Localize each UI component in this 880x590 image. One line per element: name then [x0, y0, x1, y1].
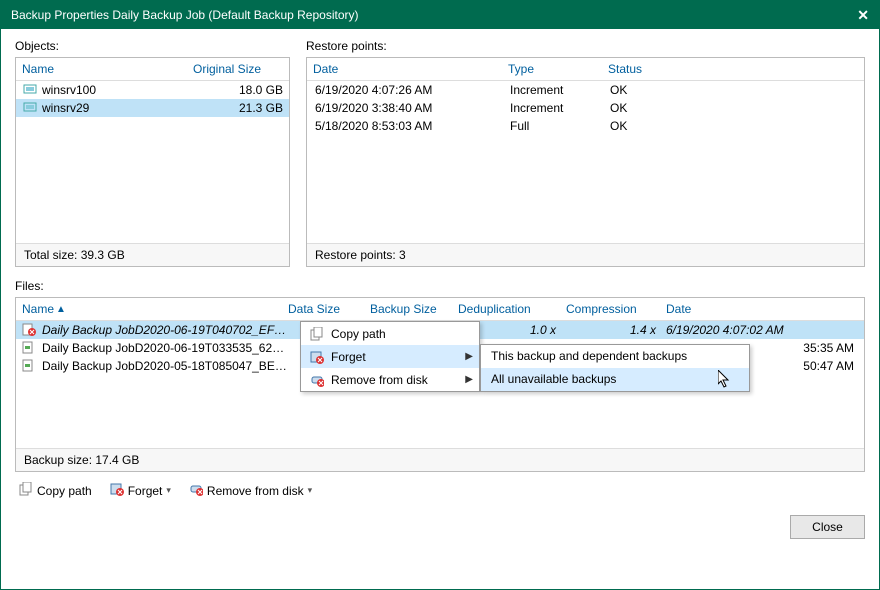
restore-date: 5/18/2020 8:53:03 AM: [315, 119, 510, 133]
file-date-partial: 50:47 AM: [803, 359, 854, 373]
remove-icon: [307, 373, 327, 387]
objects-body: winsrv100 18.0 GB winsrv29 21.3 GB: [16, 81, 289, 243]
files-body: Daily Backup JobD2020-06-19T040702_EF1..…: [16, 321, 864, 448]
close-button[interactable]: Close: [790, 515, 865, 539]
objects-footer: Total size: 39.3 GB: [16, 243, 289, 266]
submenu-all-unavailable[interactable]: All unavailable backups: [481, 368, 749, 391]
context-menu: Copy path Forget ▶ Remove from disk: [300, 321, 480, 392]
file-date: 6/19/2020 4:07:02 AM: [666, 323, 862, 337]
backup-file-error-icon: [22, 323, 38, 337]
files-label: Files:: [15, 279, 865, 293]
copy-icon: [307, 327, 327, 341]
backup-file-icon: [22, 359, 38, 373]
file-comp: 1.4 x: [566, 323, 666, 337]
files-col-comp[interactable]: Compression: [566, 302, 666, 316]
restore-type: Full: [510, 119, 610, 133]
files-col-date[interactable]: Date: [666, 302, 862, 316]
sort-asc-icon: ▲: [56, 304, 66, 315]
window-title: Backup Properties Daily Backup Job (Defa…: [11, 1, 359, 29]
restore-type: Increment: [510, 101, 610, 115]
restore-type: Increment: [510, 83, 610, 97]
object-size: 21.3 GB: [213, 101, 283, 115]
restore-col-type[interactable]: Type: [508, 62, 608, 76]
restore-status: OK: [610, 83, 856, 97]
object-row[interactable]: winsrv100 18.0 GB: [16, 81, 289, 99]
restore-panel: Date Type Status 6/19/2020 4:07:26 AM In…: [306, 57, 865, 267]
toolbar-label: Remove from disk: [207, 484, 304, 498]
objects-label: Objects:: [15, 39, 290, 53]
file-name: Daily Backup JobD2020-06-19T033535_62D..…: [42, 341, 288, 355]
object-row[interactable]: winsrv29 21.3 GB: [16, 99, 289, 117]
objects-panel: Name Original Size winsrv100 18.0 GB: [15, 57, 290, 267]
file-date-partial: 35:35 AM: [803, 341, 854, 355]
files-col-name[interactable]: Name ▲: [22, 302, 288, 316]
toolbar-label: Forget: [128, 484, 163, 498]
chevron-down-icon: ▾: [166, 485, 171, 496]
bottom-toolbar: Copy path Forget ▾ Remove from disk ▾: [15, 472, 865, 509]
vm-icon: [22, 83, 38, 97]
files-col-backup[interactable]: Backup Size: [370, 302, 458, 316]
file-name: Daily Backup JobD2020-05-18T085047_BE9..…: [42, 359, 288, 373]
object-name: winsrv100: [42, 83, 213, 97]
submenu-this-backup[interactable]: This backup and dependent backups: [481, 345, 749, 368]
titlebar: Backup Properties Daily Backup Job (Defa…: [1, 1, 879, 29]
forget-button[interactable]: Forget ▾: [110, 482, 171, 499]
close-icon[interactable]: ✕: [857, 1, 869, 29]
chevron-down-icon: ▾: [308, 485, 313, 496]
submenu-arrow-icon: ▶: [465, 351, 473, 362]
object-size: 18.0 GB: [213, 83, 283, 97]
copy-icon: [19, 482, 33, 499]
forget-icon: [110, 482, 124, 499]
restore-label: Restore points:: [306, 39, 865, 53]
menu-label: Copy path: [331, 327, 473, 341]
objects-col-size[interactable]: Original Size: [193, 62, 283, 76]
menu-forget[interactable]: Forget ▶: [301, 345, 479, 368]
file-name: Daily Backup JobD2020-06-19T040702_EF1..…: [42, 323, 288, 337]
menu-remove-from-disk[interactable]: Remove from disk ▶: [301, 368, 479, 391]
remove-icon: [189, 482, 203, 499]
restore-body: 6/19/2020 4:07:26 AM Increment OK 6/19/2…: [307, 81, 864, 243]
remove-from-disk-button[interactable]: Remove from disk ▾: [189, 482, 312, 499]
copy-path-button[interactable]: Copy path: [19, 482, 92, 499]
restore-footer: Restore points: 3: [307, 243, 864, 266]
restore-status: OK: [610, 119, 856, 133]
files-col-data[interactable]: Data Size: [288, 302, 370, 316]
files-panel: Name ▲ Data Size Backup Size Deduplicati…: [15, 297, 865, 472]
submenu-arrow-icon: ▶: [465, 374, 473, 385]
restore-row[interactable]: 6/19/2020 3:38:40 AM Increment OK: [307, 99, 864, 117]
files-col-dedup[interactable]: Deduplication: [458, 302, 566, 316]
restore-col-date[interactable]: Date: [313, 62, 508, 76]
forget-submenu: This backup and dependent backups All un…: [480, 344, 750, 392]
menu-label: Forget: [331, 350, 465, 364]
restore-row[interactable]: 5/18/2020 8:53:03 AM Full OK: [307, 117, 864, 135]
forget-icon: [307, 350, 327, 364]
restore-date: 6/19/2020 4:07:26 AM: [315, 83, 510, 97]
object-name: winsrv29: [42, 101, 213, 115]
menu-copy-path[interactable]: Copy path: [301, 322, 479, 345]
restore-row[interactable]: 6/19/2020 4:07:26 AM Increment OK: [307, 81, 864, 99]
backup-file-icon: [22, 341, 38, 355]
restore-date: 6/19/2020 3:38:40 AM: [315, 101, 510, 115]
objects-col-name[interactable]: Name: [22, 62, 193, 76]
vm-icon: [22, 101, 38, 115]
toolbar-label: Copy path: [37, 484, 92, 498]
restore-status: OK: [610, 101, 856, 115]
menu-label: Remove from disk: [331, 373, 465, 387]
files-footer: Backup size: 17.4 GB: [16, 448, 864, 471]
restore-col-status[interactable]: Status: [608, 62, 858, 76]
